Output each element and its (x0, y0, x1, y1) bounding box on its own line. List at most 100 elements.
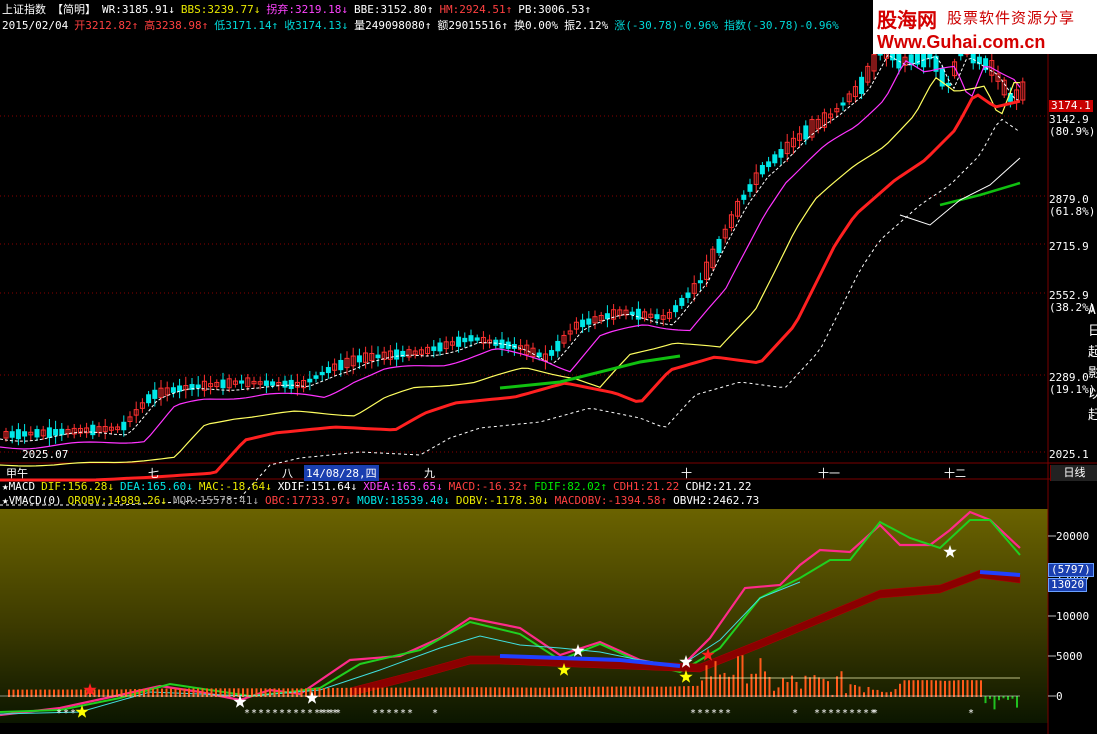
side-glyphs: A日起影以赶 (1088, 303, 1097, 423)
vmacd-histogram-bar (755, 673, 757, 697)
price-level-pct-2: (61.8%) (1049, 205, 1096, 218)
asterisk-marker: * (842, 708, 848, 719)
vmacd-histogram-bar (332, 687, 334, 697)
vmacd-histogram-bar (840, 671, 843, 697)
vmacd-histogram-bar (620, 686, 622, 697)
vmacd-histogram-bar (575, 686, 577, 697)
asterisk-marker: * (697, 708, 703, 719)
ohlc-field-8: 振2.12% (564, 19, 609, 32)
vmacd-field-2: MQR:15578.41↓ (172, 494, 260, 507)
vmacd-histogram-bar (458, 687, 460, 697)
candle-body (673, 305, 679, 313)
candle-body (580, 319, 586, 328)
vmacd-histogram-bar (593, 686, 595, 697)
asterisk-marker: * (725, 708, 731, 719)
macd-field-2: DEA:165.60↓ (119, 480, 193, 493)
quote-field-4: 拐弃:3219.18↓ (266, 3, 348, 16)
vmacd-histogram-bar (809, 677, 811, 697)
vmacd-histogram-bar (966, 680, 969, 697)
vmacd-histogram-bar (453, 687, 456, 697)
vmacd-histogram-bar (485, 687, 487, 697)
vmacd-histogram-bar (651, 686, 654, 697)
vmacd-histogram-bar (242, 688, 244, 697)
ohlc-field-10: 指数(-30.78)-0.96% (723, 19, 839, 32)
asterisk-marker: * (821, 708, 827, 719)
asterisk-marker: * (849, 708, 855, 719)
asterisk-marker: * (258, 708, 264, 719)
vmacd-histogram-bar (539, 687, 541, 697)
vmacd-histogram-bar (764, 671, 766, 697)
asterisk-marker: * (244, 708, 250, 719)
candle-body (840, 102, 846, 106)
asterisk-marker: * (704, 708, 710, 719)
vmacd-histogram-bar (782, 678, 784, 697)
vmacd-histogram-bar (552, 687, 555, 697)
vmacd-histogram-bar (305, 688, 307, 697)
candle-body (121, 421, 127, 431)
macd-field-4: XDIF:151.64↓ (277, 480, 358, 493)
price-level-3: 2715.9 (1049, 240, 1089, 253)
candle-body (313, 375, 319, 379)
vmacd-histogram-bar (341, 687, 343, 697)
asterisk-marker: * (835, 708, 841, 719)
ma-yellow (0, 76, 1021, 467)
candle-body (263, 380, 269, 386)
vmacd-histogram-bar (264, 688, 267, 697)
vmacd-histogram-bar (903, 680, 906, 697)
vmacd-histogram-bar (507, 687, 510, 697)
vmacd-histogram-bar (386, 687, 388, 697)
vmacd-histogram-bar (444, 687, 447, 697)
vmacd-histogram-bar (318, 688, 321, 697)
vmacd-histogram-bar (345, 687, 348, 697)
candle-body (741, 194, 747, 200)
vmacd-histogram-bar (557, 687, 559, 697)
candle-body (474, 337, 480, 341)
asterisk-marker: * (814, 708, 820, 719)
price-and-indicator-chart[interactable]: * * * * * * * * * * * * * * * * ** * * * * * * * * * * * * * * * * * * * * * *… (0, 0, 1097, 734)
vmacd-histogram-bar (723, 672, 726, 697)
ma-white-lower (0, 118, 1021, 506)
vmacd-histogram-bar (399, 687, 402, 697)
vmacd-histogram-bar (980, 680, 982, 697)
vmacd-histogram-bar (935, 680, 937, 697)
asterisk-marker: * (393, 708, 399, 719)
date-label-7: 十二 (944, 467, 966, 480)
vmacd-histogram-bar (615, 686, 618, 697)
asterisk-marker: * (968, 708, 974, 719)
macd-field-5: XDEA:165.65↓ (363, 480, 443, 493)
vmacd-histogram-bar (1011, 696, 1014, 699)
vmacd-histogram-bar (638, 686, 640, 697)
vmacd-histogram-bar (714, 661, 717, 697)
vmacd-histogram-bar (431, 687, 433, 697)
candle-body (716, 238, 722, 254)
asterisk-marker: * (286, 708, 292, 719)
vmacd-histogram-bar (534, 687, 537, 697)
sub-tag-bottom: 13020 (1048, 578, 1088, 592)
asterisk-marker: * (386, 708, 392, 719)
candle-body (456, 336, 462, 347)
vmacd-histogram-bar (939, 680, 942, 697)
asterisk-marker: * (400, 708, 406, 719)
vmacd-histogram-bar (561, 687, 564, 697)
period-button[interactable]: 日线 (1050, 465, 1097, 481)
watermark-slogan: 股票软件资源分享 (947, 9, 1076, 27)
asterisk-marker: * (272, 708, 278, 719)
vmacd-histogram-bar (597, 686, 600, 697)
vmacd-histogram-bar (827, 681, 829, 697)
vmacd-histogram-bar (813, 675, 816, 697)
vmacd-histogram-bar (228, 688, 231, 697)
asterisk-marker: * (265, 708, 271, 719)
candle-body (170, 387, 176, 393)
vmacd-histogram-bar (1016, 696, 1018, 708)
asterisk-marker: * (325, 708, 331, 719)
candle-body (152, 389, 158, 399)
vmacd-histogram-bar (422, 687, 424, 697)
vmacd-histogram-bar (759, 658, 762, 697)
asterisk-marker: * (718, 708, 724, 719)
quote-field-6: HM:2924.51↑ (439, 3, 513, 16)
vmacd-histogram-bar (237, 688, 240, 697)
vmacd-histogram-bar (642, 686, 645, 697)
quote-field-0: 上证指数 (2, 3, 46, 16)
sub-level-4: 0 (1056, 690, 1063, 703)
candle-body (437, 342, 443, 352)
